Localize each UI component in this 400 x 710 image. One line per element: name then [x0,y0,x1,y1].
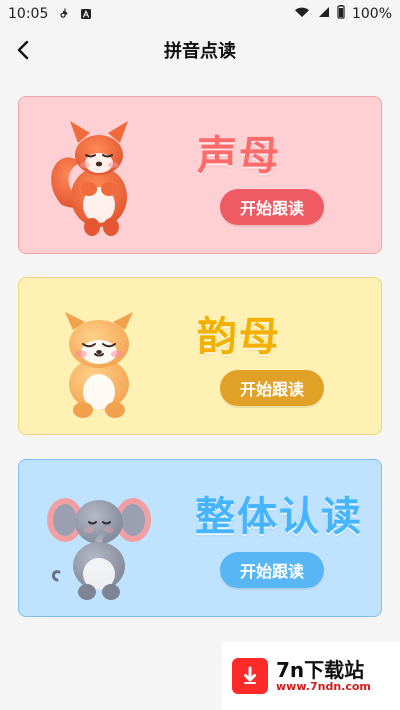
watermark: 7n下载站 www.7ndn.com [222,642,400,710]
cat-mascot-image [37,294,157,420]
signal-icon [316,6,330,22]
app-a-icon [80,8,92,20]
tiktok-icon [58,8,70,20]
status-left: 10:05 [8,6,92,22]
card-title: 整体认读 [195,494,363,540]
card-whole-syllable[interactable]: 整体认读 开始跟读 [18,459,382,617]
card-title: 声母 [197,133,281,179]
watermark-text: 7n下载站 www.7ndn.com [276,657,371,693]
wifi-icon [294,6,310,22]
chevron-left-icon [17,40,29,60]
back-button[interactable] [12,38,36,62]
status-right: 100% [294,5,392,23]
page-title: 拼音点读 [164,41,236,62]
start-follow-reading-button[interactable]: 开始跟读 [220,189,324,225]
download-icon [232,658,268,694]
start-follow-reading-button[interactable]: 开始跟读 [220,552,324,588]
watermark-title: 7n下载站 [276,657,365,682]
battery-icon [336,5,346,23]
card-initials[interactable]: 声母 开始跟读 [18,96,382,254]
start-follow-reading-button[interactable]: 开始跟读 [220,370,324,406]
status-time: 10:05 [8,6,49,22]
battery-percent: 100% [351,6,392,22]
status-bar: 10:05 100% [0,0,400,28]
card-finals[interactable]: 韵母 开始跟读 [18,277,382,435]
elephant-mascot-image [37,476,157,602]
top-app-bar: 拼音点读 [0,28,400,72]
watermark-url: www.7ndn.com [276,679,371,693]
card-title: 韵母 [197,314,281,360]
fox-mascot-image [37,113,157,239]
